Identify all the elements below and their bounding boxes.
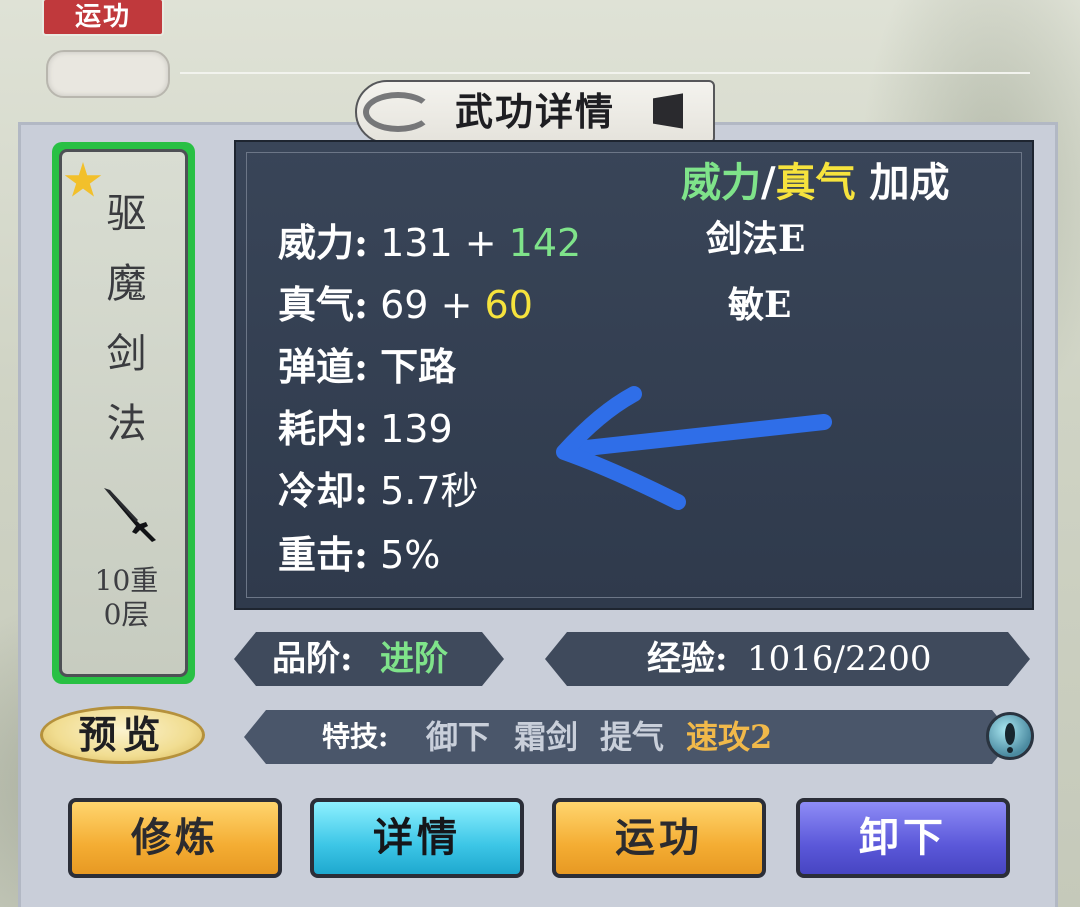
- activate-button[interactable]: 运功: [552, 798, 766, 878]
- plus-sign: +: [440, 283, 473, 327]
- stat-crit-label: 重击:: [278, 532, 369, 577]
- bonus-header-power: 威力: [681, 159, 761, 206]
- top-tag-label[interactable]: 运功: [44, 0, 162, 34]
- bonus-item: 敏E: [728, 284, 792, 326]
- special-label: 特技:: [322, 720, 389, 753]
- special-skills-bar: 特技: 御下 霜剑 提气 速攻2: [244, 710, 1014, 764]
- stat-trajectory-label: 弹道:: [278, 344, 369, 389]
- sword-icon: [104, 488, 156, 542]
- stat-qi-base: 69: [380, 283, 429, 327]
- stat-cooldown-value: 5.7秒: [380, 469, 479, 513]
- grade-bar: 品阶: 进阶: [234, 632, 504, 686]
- details-button[interactable]: 详情: [310, 798, 524, 878]
- experience-value: 1016/2200: [747, 639, 932, 679]
- preview-button[interactable]: 预览: [40, 706, 205, 764]
- grade-value: 进阶: [380, 639, 448, 679]
- stats-panel: 威力: 131 + 142 真气: 69 + 60 弹道: 下路 耗内: 139…: [234, 140, 1034, 610]
- skill-layer: 0层: [103, 598, 150, 631]
- skill-card[interactable]: 驱 魔 剑 法 10重 0层: [52, 142, 195, 684]
- skill-name-char: 剑: [106, 331, 147, 377]
- skill-card-inner: 驱 魔 剑 法 10重 0层: [59, 149, 188, 677]
- stat-cost-label: 耗内:: [278, 406, 369, 451]
- bonus-header: 威力/真气 加成: [681, 150, 950, 208]
- stat-crit: 重击: 5%: [278, 530, 440, 580]
- bonus-header-qi: 真气: [775, 159, 856, 206]
- stat-qi-label: 真气:: [278, 282, 369, 327]
- skill-level: 10重: [94, 564, 159, 597]
- stat-power-bonus: 142: [508, 221, 582, 265]
- top-plate[interactable]: [46, 50, 170, 98]
- skill-name-char: 法: [106, 401, 147, 447]
- experience-bar: 经验: 1016/2200: [545, 632, 1030, 686]
- stat-trajectory-value: 下路: [380, 344, 457, 389]
- skill-name-char: 魔: [106, 261, 147, 307]
- divider: [180, 72, 1030, 74]
- unequip-button[interactable]: 卸下: [796, 798, 1010, 878]
- stat-qi: 真气: 69 + 60: [278, 280, 533, 330]
- stat-cost-value: 139: [380, 407, 453, 451]
- stat-cost: 耗内: 139: [278, 404, 453, 454]
- stat-cooldown: 冷却: 5.7秒: [278, 466, 479, 516]
- arrow-annotation-icon: [556, 386, 832, 510]
- cloud-swirl-icon: [363, 92, 433, 132]
- skill-name-char: 驱: [106, 191, 147, 237]
- bonus-item: 剑法E: [706, 218, 806, 260]
- title-banner: 武功详情: [355, 80, 715, 144]
- experience-label: 经验:: [647, 639, 728, 679]
- stat-power: 威力: 131 + 142: [278, 218, 581, 268]
- special-skill-item: 御下: [426, 718, 491, 756]
- stat-cooldown-label: 冷却:: [278, 468, 369, 513]
- stat-power-label: 威力:: [278, 220, 369, 265]
- train-button[interactable]: 修炼: [68, 798, 282, 878]
- special-skill-item: 提气: [600, 718, 665, 756]
- stat-qi-bonus: 60: [484, 283, 533, 327]
- stat-trajectory: 弹道: 下路: [278, 342, 456, 392]
- special-skill-item: 霜剑: [514, 718, 579, 756]
- bonus-header-slash: /: [761, 159, 776, 206]
- page-title: 武功详情: [454, 89, 615, 134]
- grade-label: 品阶:: [272, 639, 353, 679]
- plus-sign: +: [464, 221, 497, 265]
- stat-crit-value: 5%: [380, 533, 441, 577]
- hint-icon[interactable]: [986, 712, 1034, 760]
- stat-power-base: 131: [380, 221, 453, 265]
- special-skill-highlight: 速攻2: [686, 718, 773, 756]
- bonus-header-suffix: 加成: [869, 159, 950, 206]
